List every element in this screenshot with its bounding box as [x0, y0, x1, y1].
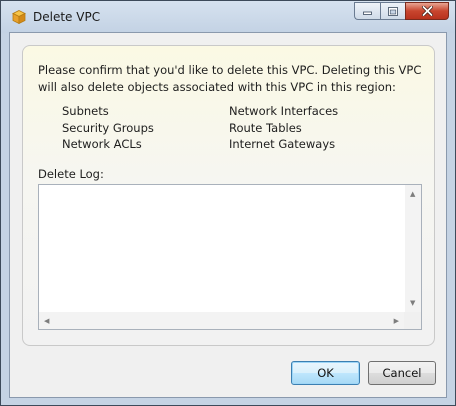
- object-item: Subnets: [62, 104, 109, 118]
- dialog-client-area: Please confirm that you'd like to delete…: [9, 32, 447, 398]
- aws-cube-icon: [12, 10, 26, 24]
- object-item: Security Groups: [62, 120, 154, 135]
- object-item: Route Tables: [229, 120, 302, 135]
- ok-button[interactable]: OK: [291, 361, 360, 385]
- minimize-button[interactable]: [354, 2, 380, 20]
- scroll-up-arrow-icon[interactable]: ▲: [410, 190, 415, 198]
- cancel-button[interactable]: Cancel: [368, 361, 436, 385]
- horizontal-scrollbar[interactable]: ◀ ▶: [39, 312, 405, 329]
- close-icon: [421, 6, 433, 16]
- maximize-icon: [388, 6, 398, 16]
- scroll-left-arrow-icon[interactable]: ◀: [44, 317, 49, 325]
- maximize-button[interactable]: [380, 2, 405, 20]
- delete-log-textbox[interactable]: ▲ ▼ ◀ ▶: [38, 184, 422, 330]
- scroll-down-arrow-icon[interactable]: ▼: [410, 299, 415, 307]
- close-button[interactable]: [405, 2, 449, 20]
- vertical-scrollbar[interactable]: ▲ ▼: [405, 185, 421, 312]
- confirmation-message: Please confirm that you'd like to delete…: [38, 63, 422, 94]
- object-item: Network ACLs: [62, 137, 142, 151]
- minimize-icon: [363, 11, 372, 15]
- object-item: Network Interfaces: [229, 104, 339, 118]
- scroll-right-arrow-icon[interactable]: ▶: [394, 317, 399, 325]
- window-title: Delete VPC: [33, 10, 101, 24]
- object-item: Internet Gateways: [229, 137, 336, 151]
- dialog-window: Delete VPC Please confirm that you'd lik…: [0, 0, 456, 406]
- title-bar[interactable]: Delete VPC: [1, 1, 455, 33]
- confirmation-panel: Please confirm that you'd like to delete…: [22, 45, 435, 346]
- caption-buttons: [354, 2, 449, 22]
- deleted-objects-list: Subnets Network Interfaces Security Grou…: [62, 103, 402, 153]
- delete-log-label: Delete Log:: [38, 167, 104, 181]
- scrollbar-corner: [404, 312, 421, 329]
